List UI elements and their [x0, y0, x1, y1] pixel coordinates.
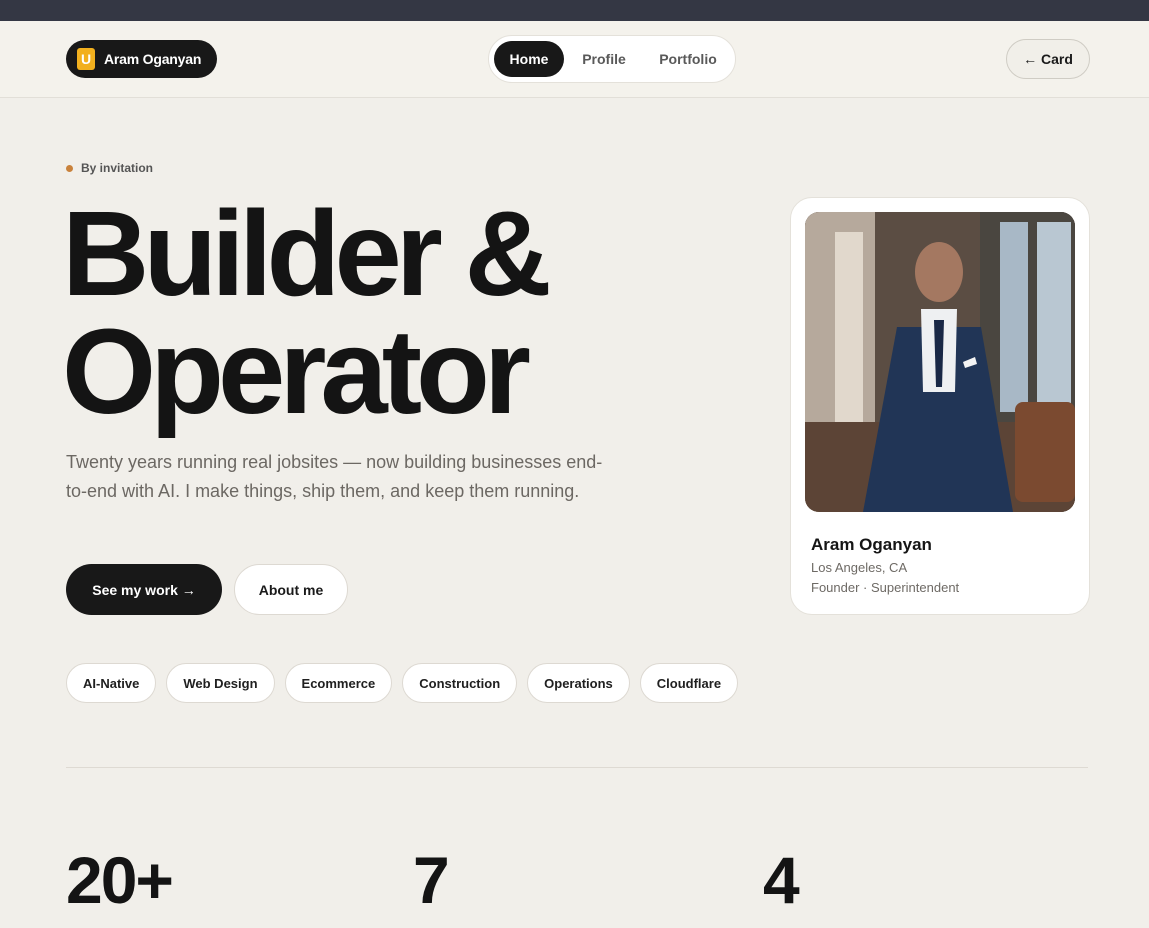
nav-profile[interactable]: Profile: [564, 41, 644, 77]
profile-photo: [805, 212, 1075, 512]
profile-role: Founder · Superintendent: [811, 580, 960, 595]
tag-operations[interactable]: Operations: [527, 663, 630, 703]
status-dot-icon: [66, 164, 73, 172]
profile-name: Aram Oganyan: [811, 535, 932, 554]
nav-home[interactable]: Home: [494, 41, 564, 77]
site-header: U Aram Oganyan Home Profile Portfolio ← …: [0, 21, 1149, 98]
stat-projects: 7: [413, 843, 450, 917]
eyebrow-label: By invitation: [81, 161, 154, 175]
intro-text: Twenty years running real jobsites — now…: [66, 452, 603, 501]
profile-card: Aram Oganyan Los Angeles, CA Founder · S…: [790, 197, 1090, 615]
nav-portfolio[interactable]: Portfolio: [644, 41, 732, 77]
tag-web-design[interactable]: Web Design: [166, 663, 275, 703]
title-line-1: Builder &: [62, 185, 552, 321]
title-line-2: Operator: [62, 303, 531, 439]
tag-cloudflare[interactable]: Cloudflare: [639, 663, 739, 703]
browser-top-strip: [0, 0, 1149, 21]
brand-link[interactable]: U Aram Oganyan: [66, 40, 217, 78]
section-divider: [66, 767, 1088, 768]
eyebrow: By invitation: [66, 161, 153, 175]
brand-name: Aram Oganyan: [104, 51, 202, 67]
brand-logo-icon: U: [77, 48, 95, 70]
tag-ai-native[interactable]: AI-Native: [66, 663, 157, 703]
main-nav: Home Profile Portfolio: [488, 35, 736, 83]
back-to-card-button[interactable]: ← Card: [1006, 39, 1090, 79]
see-my-work-button[interactable]: See my work →: [66, 564, 222, 615]
tag-ecommerce[interactable]: Ecommerce: [284, 663, 393, 703]
stat-count: 4: [763, 843, 800, 917]
tag-construction[interactable]: Construction: [402, 663, 518, 703]
stat-years: 20+: [66, 843, 174, 917]
tag-list: AI-Native Web Design Ecommerce Construct…: [66, 663, 739, 703]
profile-location: Los Angeles, CA: [811, 560, 908, 575]
page-title: Builder & Operator: [62, 185, 702, 439]
about-me-button[interactable]: About me: [234, 564, 348, 615]
